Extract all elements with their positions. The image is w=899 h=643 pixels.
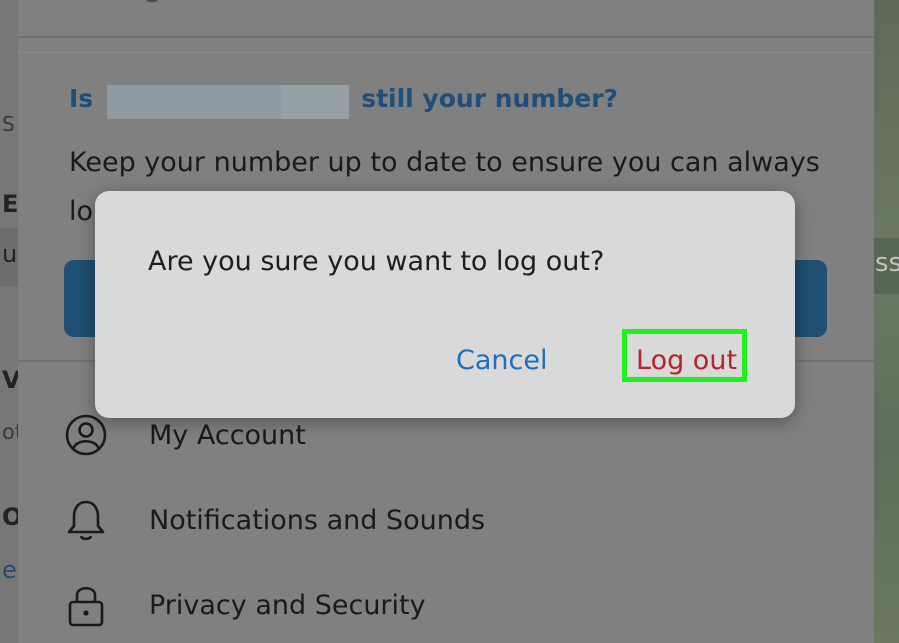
number-check-description: Keep your number up to date to ensure yo… <box>69 147 820 178</box>
title-prefix: Is <box>69 84 94 113</box>
panel-header <box>18 0 874 38</box>
cancel-button[interactable]: Cancel <box>456 341 547 379</box>
bell-icon <box>63 497 109 543</box>
menu-item-notifications[interactable]: Notifications and Sounds <box>63 490 843 550</box>
title-suffix: still your number? <box>361 84 619 113</box>
number-check-description-line2: lo <box>69 196 94 227</box>
logout-button[interactable]: Log out <box>636 341 737 379</box>
left-fragment: e <box>2 556 17 584</box>
right-fragment: ssa <box>875 248 899 278</box>
background-left-panel: S E u V ot O e <box>0 0 18 643</box>
header-partial-icon <box>146 0 158 2</box>
menu-item-label: Notifications and Sounds <box>149 504 486 536</box>
left-fragment: V <box>2 366 18 394</box>
redacted-phone-number-part <box>281 85 349 119</box>
left-fragment: O <box>2 503 18 531</box>
account-icon <box>63 412 109 458</box>
left-fragment: E <box>2 190 18 218</box>
background-right-panel: ssa <box>874 0 899 643</box>
lock-icon <box>63 582 109 628</box>
left-fragment: ot <box>2 420 18 444</box>
menu-item-label: Privacy and Security <box>149 589 426 621</box>
left-fragment: S <box>2 112 15 136</box>
logout-confirm-dialog: Are you sure you want to log out? Cancel… <box>95 191 795 418</box>
menu-item-privacy[interactable]: Privacy and Security <box>63 575 843 635</box>
menu-item-label: My Account <box>149 419 306 451</box>
left-fragment: u <box>2 240 18 268</box>
dialog-message: Are you sure you want to log out? <box>148 246 605 277</box>
